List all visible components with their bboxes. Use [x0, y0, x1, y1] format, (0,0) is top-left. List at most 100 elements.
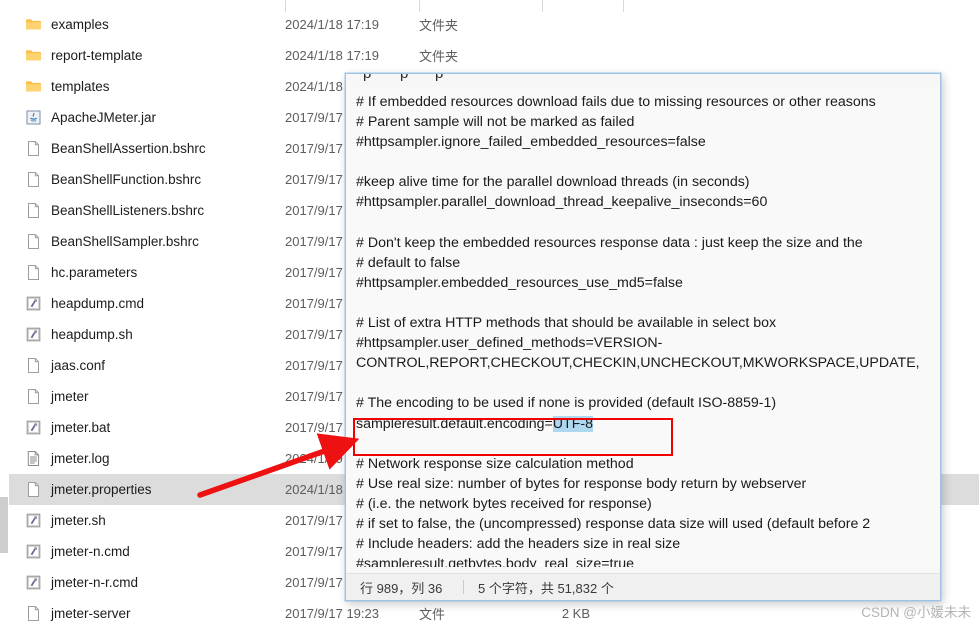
- text-line-prefix: sampleresult.default.encoding=: [356, 415, 553, 432]
- script-cmd-icon: [25, 512, 42, 529]
- file-size-cell: 2 KB: [561, 606, 590, 621]
- file-name-cell[interactable]: jmeter-server: [9, 605, 285, 622]
- text-line: #httpsampler.parallel_download_thread_ke…: [356, 194, 768, 211]
- script-cmd-icon: [25, 295, 42, 312]
- text-line: # Network response size calculation meth…: [356, 455, 634, 472]
- text-line: # If embedded resources download fails d…: [356, 94, 876, 110]
- file-name-label: examples: [51, 17, 109, 32]
- file-name-cell[interactable]: jmeter.sh: [9, 512, 285, 529]
- file-name-label: hc.parameters: [51, 265, 138, 280]
- notepad-window[interactable]: p p p # If embedded resources download f…: [345, 73, 941, 601]
- file-name-cell[interactable]: BeanShellSampler.bshrc: [9, 233, 285, 250]
- file-name-cell[interactable]: heapdump.cmd: [9, 295, 285, 312]
- date-modified-cell: 2024/1/18 17:19: [285, 17, 379, 32]
- generic-file-icon: [25, 388, 42, 405]
- folder-icon: [25, 78, 42, 95]
- text-line: # The encoding to be used if none is pro…: [356, 395, 777, 412]
- file-name-cell[interactable]: jmeter.log: [9, 450, 285, 467]
- text-line: #sampleresult.getbytes.body_real_size=tr…: [356, 556, 635, 567]
- file-name-label: jmeter.properties: [51, 482, 152, 497]
- generic-file-icon: [25, 264, 42, 281]
- text-line: # default to false: [356, 254, 461, 271]
- text-line: # Use real size: number of bytes for res…: [356, 475, 807, 492]
- text-line: [356, 213, 940, 233]
- file-name-cell[interactable]: jmeter-n.cmd: [9, 543, 285, 560]
- file-name-label: jmeter-n-r.cmd: [51, 575, 139, 590]
- file-name-label: heapdump.sh: [51, 327, 133, 342]
- file-name-cell[interactable]: BeanShellListeners.bshrc: [9, 202, 285, 219]
- text-line: # Parent sample will not be marked as fa…: [356, 114, 635, 131]
- text-line: #httpsampler.user_defined_methods=VERSIO…: [356, 335, 663, 352]
- file-name-label: jaas.conf: [51, 358, 106, 373]
- text-line: sampleresult.default.encoding=UTF-8: [356, 414, 940, 434]
- clipped-glyph: p: [363, 74, 371, 82]
- text-line: #httpsampler.ignore_failed_embedded_reso…: [356, 134, 706, 151]
- cursor-position-label: 行 989，列 36: [360, 580, 443, 596]
- file-name-cell[interactable]: examples: [9, 16, 285, 33]
- file-name-label: jmeter-server: [51, 606, 131, 621]
- generic-file-icon: [25, 140, 42, 157]
- file-name-cell[interactable]: jmeter.bat: [9, 419, 285, 436]
- file-name-label: BeanShellAssertion.bshrc: [51, 141, 206, 156]
- text-line: # (i.e. the network bytes received for r…: [356, 495, 652, 512]
- file-name-cell[interactable]: BeanShellAssertion.bshrc: [9, 140, 285, 157]
- file-name-label: jmeter.sh: [51, 513, 106, 528]
- script-cmd-icon: [25, 543, 42, 560]
- date-modified-cell: 2017/9/17 19:23: [285, 606, 379, 621]
- file-type-cell: 文件夹: [419, 18, 459, 33]
- file-name-label: heapdump.cmd: [51, 296, 145, 311]
- date-modified-cell: 2024/1/18 17:19: [285, 48, 379, 63]
- status-divider: [463, 580, 464, 594]
- csdn-watermark: CSDN @小媛未未: [861, 605, 971, 620]
- selected-text[interactable]: UTF-8: [552, 415, 593, 432]
- file-name-cell[interactable]: templates: [9, 78, 285, 95]
- file-name-label: BeanShellFunction.bshrc: [51, 172, 202, 187]
- text-line: #httpsampler.embedded_resources_use_md5=…: [356, 274, 683, 291]
- character-count-label: 5 个字符，共 51,832 个: [478, 580, 614, 596]
- file-name-label: BeanShellSampler.bshrc: [51, 234, 199, 249]
- text-line: [356, 152, 940, 172]
- text-line: # Don't keep the embedded resources resp…: [356, 234, 863, 251]
- file-name-label: jmeter-n.cmd: [51, 544, 130, 559]
- java-jar-icon: [25, 109, 42, 126]
- script-cmd-icon: [25, 574, 42, 591]
- text-line: #keep alive time for the parallel downlo…: [356, 174, 750, 191]
- generic-file-icon: [25, 481, 42, 498]
- file-name-cell[interactable]: ApacheJMeter.jar: [9, 109, 285, 126]
- generic-file-icon: [25, 357, 42, 374]
- file-type-cell: 文件: [419, 607, 446, 622]
- text-line: CONTROL,REPORT,CHECKOUT,CHECKIN,UNCHECKO…: [356, 355, 920, 372]
- notepad-status-bar: 行 989，列 36 5 个字符，共 51,832 个: [346, 573, 940, 600]
- script-cmd-icon: [25, 419, 42, 436]
- script-cmd-icon: [25, 326, 42, 343]
- file-name-cell[interactable]: heapdump.sh: [9, 326, 285, 343]
- clipped-glyph: p: [435, 74, 443, 82]
- file-name-cell[interactable]: hc.parameters: [9, 264, 285, 281]
- scrollbar-thumb[interactable]: [0, 497, 8, 553]
- clipped-text-strip: p p p: [346, 74, 940, 87]
- clipped-glyph: p: [400, 74, 408, 82]
- generic-file-icon: [25, 202, 42, 219]
- text-line: [356, 373, 940, 393]
- generic-file-icon: [25, 171, 42, 188]
- notepad-text-area[interactable]: # If embedded resources download fails d…: [346, 87, 940, 567]
- file-name-cell[interactable]: jaas.conf: [9, 357, 285, 374]
- file-type-cell: 文件夹: [419, 49, 459, 64]
- table-row[interactable]: jmeter-server 2017/9/17 19:23 文件 2 KB: [9, 598, 979, 629]
- table-row[interactable]: examples 2024/1/18 17:19 文件夹: [9, 9, 979, 40]
- vertical-scrollbar[interactable]: [0, 0, 9, 625]
- file-name-cell[interactable]: jmeter: [9, 388, 285, 405]
- file-name-label: templates: [51, 79, 110, 94]
- folder-icon: [25, 47, 42, 64]
- file-name-cell[interactable]: jmeter-n-r.cmd: [9, 574, 285, 591]
- file-name-label: BeanShellListeners.bshrc: [51, 203, 205, 218]
- text-line: [356, 434, 940, 454]
- file-name-cell[interactable]: jmeter.properties: [9, 481, 285, 498]
- text-line: # Include headers: add the headers size …: [356, 536, 681, 553]
- file-name-cell[interactable]: report-template: [9, 47, 285, 64]
- text-line: # List of extra HTTP methods that should…: [356, 315, 777, 332]
- table-row[interactable]: report-template 2024/1/18 17:19 文件夹: [9, 40, 979, 71]
- file-name-cell[interactable]: BeanShellFunction.bshrc: [9, 171, 285, 188]
- file-name-label: jmeter.log: [51, 451, 110, 466]
- file-name-label: report-template: [51, 48, 143, 63]
